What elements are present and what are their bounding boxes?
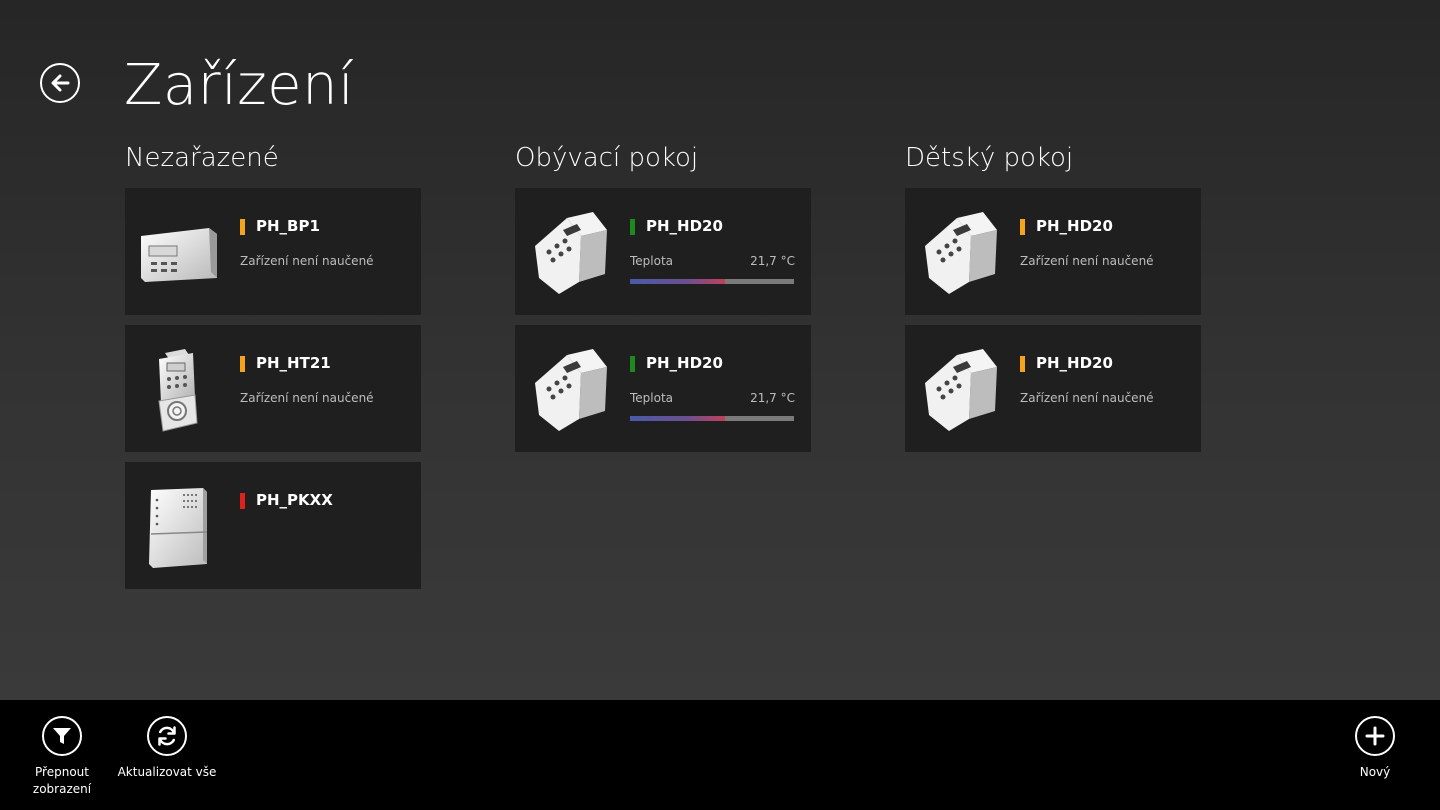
device-state: Zařízení není naučené	[240, 254, 374, 268]
device-state: Zařízení není naučené	[1020, 391, 1154, 405]
group-title[interactable]: Dětský pokoj	[905, 140, 1201, 188]
device-state: Zařízení není naučené	[240, 391, 374, 405]
group-nezarazene: Nezařazené PH_BP1 Zařízení není naučené …	[125, 140, 421, 599]
new-circle	[1355, 716, 1395, 756]
filter-icon	[53, 728, 71, 744]
refresh-all-circle	[147, 716, 187, 756]
device-name: PH_HD20	[646, 354, 723, 372]
back-button[interactable]	[40, 63, 80, 103]
status-indicator	[630, 356, 635, 372]
refresh-icon	[158, 726, 176, 746]
new-label: Nový	[1359, 765, 1391, 779]
device-name: PH_HD20	[1036, 354, 1113, 372]
device-name: PH_HD20	[646, 217, 723, 235]
group-title[interactable]: Obývací pokoj	[515, 140, 811, 188]
radiator-head-device-icon	[925, 212, 997, 294]
switch-view-label-line2: zobrazení	[32, 782, 92, 796]
device-name: PH_PKXX	[256, 491, 333, 509]
device-tile[interactable]: PH_HD20 Teplota 21,7 °C	[515, 188, 811, 315]
status-indicator	[240, 356, 245, 372]
radiator-head-device-icon	[535, 349, 607, 431]
plus-icon	[1365, 726, 1385, 746]
page-title: Zařízení	[124, 53, 355, 118]
back-arrow-icon	[51, 74, 70, 92]
group-detsky-pokoj: Dětský pokoj PH_HD20 Zařízení není nauče…	[905, 140, 1201, 462]
status-indicator	[240, 219, 245, 235]
device-tile[interactable]: PH_BP1 Zařízení není naučené	[125, 188, 421, 315]
temperature-bar-fill	[630, 416, 726, 421]
switch-view-circle	[42, 716, 82, 756]
wall-thermostat-device-icon	[158, 349, 198, 432]
temperature-bar	[630, 416, 794, 421]
switch-view-label-line1: Přepnout	[35, 765, 89, 779]
temperature-bar-fill	[630, 279, 726, 284]
temperature-value: 21,7 °C	[750, 254, 795, 268]
new-button[interactable]: Nový	[1320, 716, 1430, 781]
status-indicator	[1020, 219, 1025, 235]
device-name: PH_HT21	[256, 354, 331, 372]
group-title[interactable]: Nezařazené	[125, 140, 421, 188]
app-canvas: Zařízení Nezařazené PH_BP1 Zařízení není…	[0, 0, 1440, 700]
device-tile[interactable]: PH_HD20 Zařízení není naučené	[905, 325, 1201, 452]
temperature-value: 21,7 °C	[750, 391, 795, 405]
refresh-all-button[interactable]: Aktualizovat vše	[112, 716, 222, 781]
radiator-head-device-icon	[535, 212, 607, 294]
device-tile[interactable]: PH_HD20 Zařízení není naučené	[905, 188, 1201, 315]
device-name: PH_BP1	[256, 217, 320, 235]
switch-view-button[interactable]: Přepnout zobrazení	[7, 716, 117, 798]
switch-view-label: Přepnout zobrazení	[7, 764, 117, 798]
status-indicator	[1020, 356, 1025, 372]
group-obyvaci-pokoj: Obývací pokoj PH_HD20 Teplota 21,7 °C PH…	[515, 140, 811, 462]
device-tile[interactable]: PH_PKXX	[125, 462, 421, 589]
temperature-label: Teplota	[630, 391, 674, 405]
app-bar: Přepnout zobrazení Aktualizovat vše Nový	[0, 700, 1440, 810]
status-indicator	[240, 493, 245, 509]
device-state: Zařízení není naučené	[1020, 254, 1154, 268]
temperature-label: Teplota	[630, 254, 674, 268]
device-tile[interactable]: PH_HT21 Zařízení není naučené	[125, 325, 421, 452]
status-indicator	[630, 219, 635, 235]
device-name: PH_HD20	[1036, 217, 1113, 235]
boiler-switch-device-icon	[149, 488, 208, 568]
device-tile[interactable]: PH_HD20 Teplota 21,7 °C	[515, 325, 811, 452]
radiator-head-device-icon	[925, 349, 997, 431]
refresh-all-label: Aktualizovat vše	[117, 765, 217, 779]
temperature-bar	[630, 279, 794, 284]
base-station-device-icon	[141, 228, 217, 282]
